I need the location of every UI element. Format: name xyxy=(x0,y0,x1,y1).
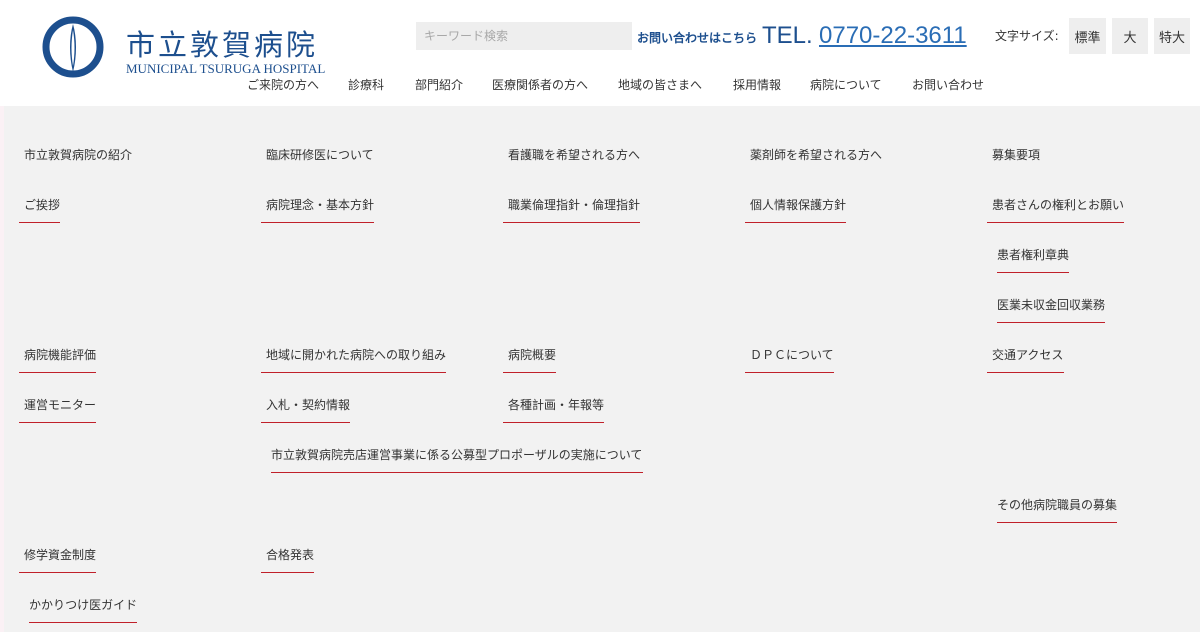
menu-item-other-staff[interactable]: その他病院職員の募集 xyxy=(997,496,1117,513)
menu-underline xyxy=(503,372,556,373)
menu-underline xyxy=(261,572,314,573)
search-input[interactable] xyxy=(416,22,632,50)
menu-item-greeting[interactable]: ご挨拶 xyxy=(24,196,60,213)
hospital-logo-icon[interactable] xyxy=(42,16,104,78)
nav-divisions[interactable]: 部門紹介 xyxy=(415,76,463,93)
mega-menu-panel xyxy=(4,106,1200,632)
menu-item-community-efforts[interactable]: 地域に開かれた病院への取り組み xyxy=(266,346,446,363)
menu-underline xyxy=(987,372,1064,373)
menu-item-overview[interactable]: 病院概要 xyxy=(508,346,556,363)
menu-item-scholarship[interactable]: 修学資金制度 xyxy=(24,546,96,563)
nav-contact[interactable]: お問い合わせ xyxy=(912,76,984,93)
menu-heading-nursing[interactable]: 看護職を希望される方へ xyxy=(508,146,640,163)
menu-underline xyxy=(997,322,1105,323)
menu-item-privacy[interactable]: 個人情報保護方針 xyxy=(750,196,846,213)
nav-departments[interactable]: 診療科 xyxy=(348,76,384,93)
menu-item-philosophy[interactable]: 病院理念・基本方針 xyxy=(266,196,374,213)
contact-link[interactable]: お問い合わせはこちら xyxy=(637,29,757,46)
font-size-large-button[interactable]: 大 xyxy=(1112,18,1148,54)
font-size-xlarge-button[interactable]: 特大 xyxy=(1154,18,1190,54)
menu-underline xyxy=(987,222,1124,223)
menu-heading-introduction[interactable]: 市立敦賀病院の紹介 xyxy=(24,146,132,163)
menu-underline xyxy=(261,372,446,373)
menu-item-shop-proposal[interactable]: 市立敦賀病院売店運営事業に係る公募型プロポーザルの実施について xyxy=(271,446,642,463)
nav-visitors[interactable]: ご来院の方へ xyxy=(247,76,319,93)
menu-underline xyxy=(261,222,374,223)
menu-underline xyxy=(19,372,96,373)
menu-heading-residents[interactable]: 臨床研修医について xyxy=(266,146,374,163)
menu-heading-job-requirements[interactable]: 募集要項 xyxy=(992,146,1040,163)
menu-item-operation-monitor[interactable]: 運営モニター xyxy=(24,396,96,413)
font-size-standard-button[interactable]: 標準 xyxy=(1069,18,1106,54)
menu-item-function-evaluation[interactable]: 病院機能評価 xyxy=(24,346,96,363)
nav-recruitment[interactable]: 採用情報 xyxy=(733,76,781,93)
nav-community[interactable]: 地域の皆さまへ xyxy=(618,76,702,93)
menu-heading-pharmacist[interactable]: 薬剤師を希望される方へ xyxy=(750,146,882,163)
logo-title[interactable]: 市立敦賀病院 xyxy=(126,22,318,64)
menu-item-dpc[interactable]: ＤＰＣについて xyxy=(750,346,834,363)
menu-underline xyxy=(745,372,834,373)
menu-underline xyxy=(997,272,1069,273)
menu-underline xyxy=(503,422,604,423)
menu-underline xyxy=(29,622,137,623)
font-size-label: 文字サイズ: xyxy=(995,29,1059,43)
menu-item-ethics[interactable]: 職業倫理指針・倫理指針 xyxy=(508,196,640,213)
menu-underline xyxy=(261,422,350,423)
tel-number-link[interactable]: 0770-22-3611 xyxy=(819,22,967,50)
menu-underline xyxy=(745,222,846,223)
menu-item-plans-reports[interactable]: 各種計画・年報等 xyxy=(508,396,604,413)
logo-subtitle[interactable]: MUNICIPAL TSURUGA HOSPITAL xyxy=(126,61,325,77)
menu-item-patient-charter[interactable]: 患者権利章典 xyxy=(997,246,1069,263)
tel-prefix: TEL. xyxy=(762,22,813,49)
menu-underline xyxy=(19,222,60,223)
menu-underline xyxy=(997,522,1117,523)
menu-item-unpaid-collection[interactable]: 医業未収金回収業務 xyxy=(997,296,1105,313)
menu-underline xyxy=(271,472,643,473)
menu-underline xyxy=(19,572,96,573)
menu-item-family-doctor-guide[interactable]: かかりつけ医ガイド xyxy=(29,596,137,613)
menu-item-patient-rights[interactable]: 患者さんの権利とお願い xyxy=(992,196,1124,213)
nav-about-hospital[interactable]: 病院について xyxy=(810,76,882,93)
menu-item-bidding[interactable]: 入札・契約情報 xyxy=(266,396,350,413)
menu-underline xyxy=(503,222,640,223)
nav-medical-professionals[interactable]: 医療関係者の方へ xyxy=(492,76,588,93)
menu-item-access[interactable]: 交通アクセス xyxy=(992,346,1063,363)
menu-underline xyxy=(19,422,96,423)
menu-item-results[interactable]: 合格発表 xyxy=(266,546,314,563)
